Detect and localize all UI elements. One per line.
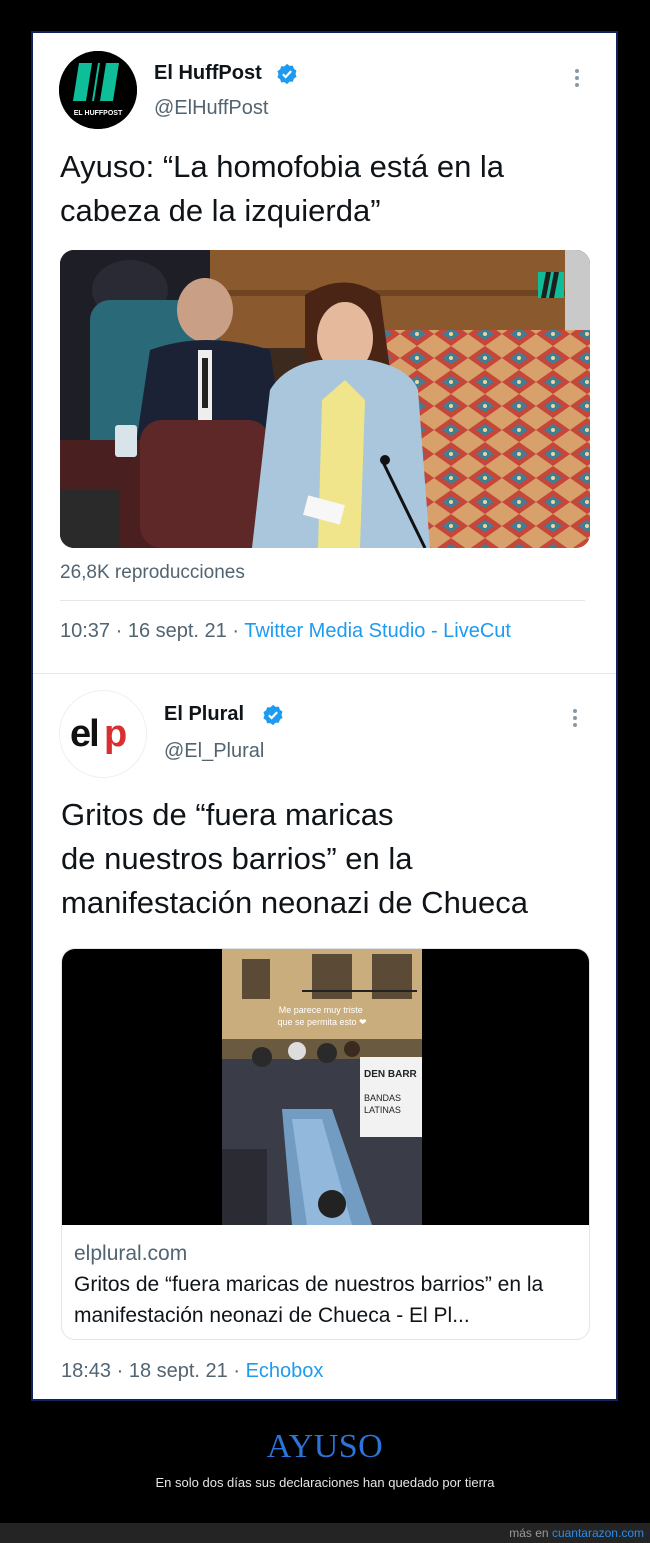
elplural-avatar[interactable]: el p elp [60, 691, 146, 777]
tweet2-text: Gritos de “fuera maricas de nuestros bar… [61, 797, 529, 920]
tweet1-view-count: 26,8K reproducciones [60, 562, 245, 583]
svg-text:el: el [70, 713, 98, 755]
footer-bar: más en cuantarazon.com [0, 1523, 650, 1543]
post-subtitle: En solo dos días sus declaraciones han q… [155, 1475, 495, 1490]
huffpost-avatar[interactable]: EL HUFFPOST [59, 51, 137, 129]
verified-badge-icon [263, 704, 283, 726]
tweet1-time[interactable]: 10:37 · 16 sept. 21 · [60, 620, 244, 642]
card-video-thumbnail[interactable]: DEN BARR BANDAS LATINAS Me parece muy tr… [62, 949, 589, 1225]
post-title: AYUSO [266, 1428, 384, 1465]
footer-prefix: más en [509, 1526, 552, 1540]
tweet1-display-name[interactable]: El HuffPost [154, 62, 262, 85]
footer-text: más en cuantarazon.com [509, 1526, 644, 1540]
tweet1-source-link[interactable]: Twitter Media Studio - LiveCut [244, 620, 511, 642]
tweet2-timestamp: 18:43 · 18 sept. 21 · Echobox [61, 1360, 323, 1383]
svg-text:LATINAS: LATINAS [364, 1105, 401, 1115]
huffpost-avatar-text: EL HUFFPOST [74, 110, 123, 117]
svg-text:DEN BARR: DEN BARR [364, 1069, 418, 1080]
tweet1-text: Ayuso: “La homofobia está en la cabeza d… [60, 149, 505, 228]
tweet2-time[interactable]: 18:43 · 18 sept. 21 · [61, 1360, 246, 1382]
tweet1-video[interactable] [60, 250, 590, 548]
more-options-icon[interactable] [572, 706, 578, 728]
card-domain: elplural.com [74, 1242, 188, 1265]
tweet2-handle[interactable]: @El_Plural [164, 740, 264, 763]
tweet1-timestamp: 10:37 · 16 sept. 21 · Twitter Media Stud… [60, 620, 511, 643]
tweet1-handle[interactable]: @ElHuffPost [154, 97, 268, 120]
svg-text:BANDAS: BANDAS [364, 1093, 401, 1103]
verified-badge-icon [277, 63, 297, 85]
tweet-screenshot-frame: EL HUFFPOST El HuffPost @ElHuffPost Ayus… [31, 31, 618, 1401]
tweet2-source-link[interactable]: Echobox [246, 1360, 324, 1382]
card-title: Gritos de “fuera maricas de nuestros bar… [74, 1273, 544, 1327]
svg-text:p: p [104, 713, 127, 755]
tweet2-display-name[interactable]: El Plural [164, 703, 244, 726]
link-preview-card[interactable]: DEN BARR BANDAS LATINAS Me parece muy tr… [61, 948, 590, 1340]
meta-divider [60, 600, 585, 601]
footer-site-link[interactable]: cuantarazon.com [552, 1526, 644, 1540]
more-options-icon[interactable] [574, 66, 580, 88]
